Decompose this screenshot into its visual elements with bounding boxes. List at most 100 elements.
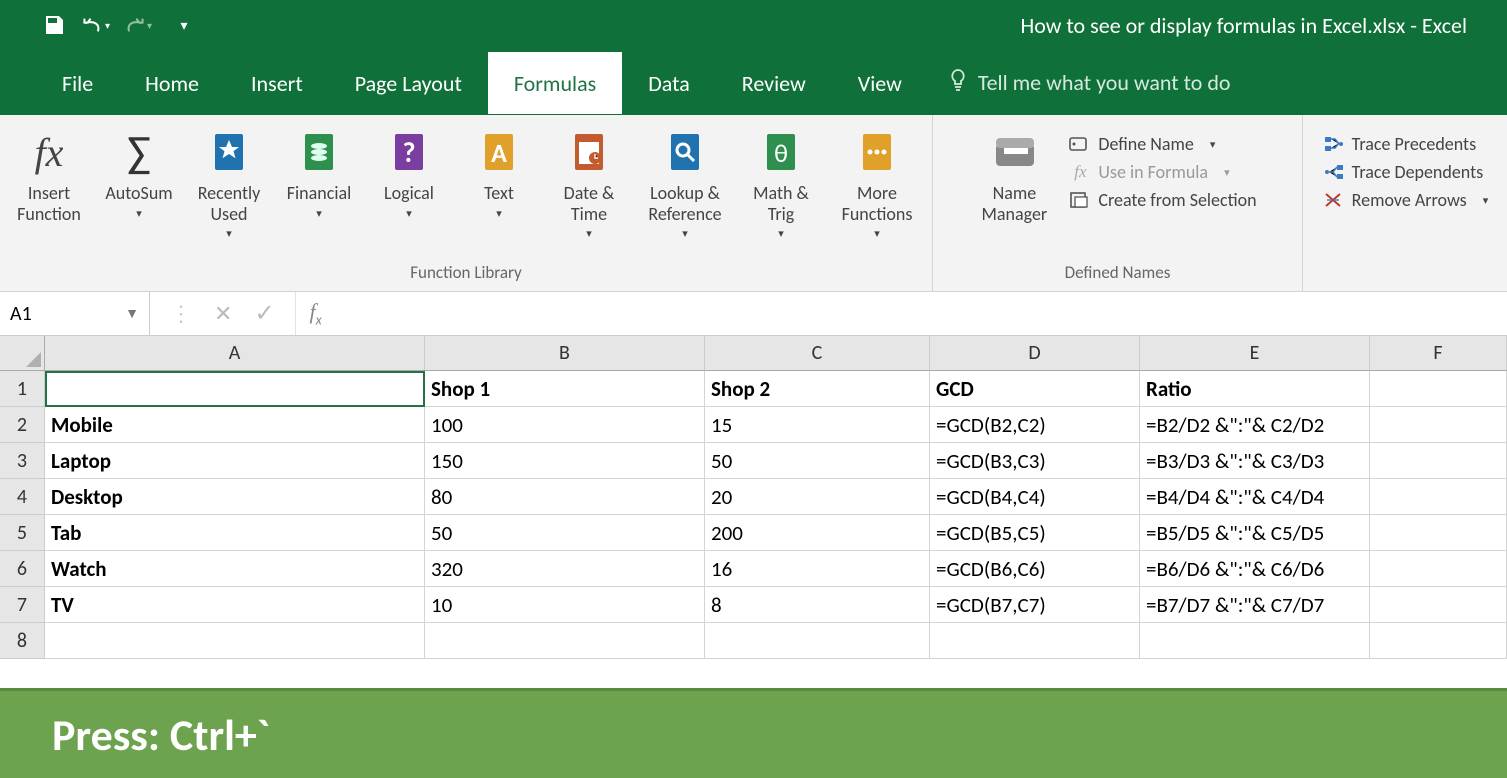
cell[interactable]: TV — [45, 587, 425, 623]
tab-review[interactable]: Review — [716, 52, 832, 114]
redo-icon[interactable]: ▾ — [124, 14, 152, 36]
save-icon[interactable] — [40, 14, 68, 36]
recently-used-button[interactable]: Recently Used▾ — [185, 127, 273, 240]
cell[interactable] — [1140, 623, 1370, 659]
trace-precedents-button[interactable]: Trace Precedents — [1322, 133, 1489, 155]
undo-icon[interactable]: ▾ — [82, 14, 110, 36]
cell[interactable]: 50 — [705, 443, 930, 479]
cell[interactable]: GCD — [930, 371, 1140, 407]
cell[interactable] — [1370, 407, 1507, 443]
financial-button[interactable]: Financial▾ — [275, 127, 363, 220]
cell[interactable]: =B5/D5 &":"& C5/D5 — [1140, 515, 1370, 551]
cell[interactable]: 50 — [425, 515, 705, 551]
cell[interactable]: Desktop — [45, 479, 425, 515]
text-button[interactable]: A Text▾ — [455, 127, 543, 220]
col-header-E[interactable]: E — [1140, 336, 1370, 370]
cell[interactable]: 15 — [705, 407, 930, 443]
cell[interactable] — [1370, 623, 1507, 659]
cell[interactable] — [1370, 515, 1507, 551]
fx-icon[interactable]: fx — [296, 299, 336, 328]
tell-me-search[interactable] — [948, 68, 1378, 98]
cell[interactable] — [45, 623, 425, 659]
date-time-button[interactable]: Date & Time▾ — [545, 127, 633, 240]
tab-home[interactable]: Home — [119, 52, 225, 114]
cell[interactable] — [425, 623, 705, 659]
row-header[interactable]: 5 — [0, 515, 45, 551]
create-from-selection-button[interactable]: Create from Selection — [1068, 189, 1256, 211]
cell[interactable] — [1370, 551, 1507, 587]
cell[interactable] — [45, 371, 425, 407]
autosum-button[interactable]: ∑ AutoSum▾ — [95, 127, 183, 220]
cell[interactable]: =B7/D7 &":"& C7/D7 — [1140, 587, 1370, 623]
cell[interactable]: 20 — [705, 479, 930, 515]
col-header-F[interactable]: F — [1370, 336, 1507, 370]
cell[interactable] — [1370, 371, 1507, 407]
cell[interactable]: =GCD(B6,C6) — [930, 551, 1140, 587]
cell[interactable]: Mobile — [45, 407, 425, 443]
row-header[interactable]: 6 — [0, 551, 45, 587]
lookup-reference-button[interactable]: Lookup & Reference▾ — [635, 127, 735, 240]
cell[interactable]: Shop 1 — [425, 371, 705, 407]
cell[interactable] — [1370, 443, 1507, 479]
select-all-corner[interactable] — [0, 336, 45, 370]
math-trig-button[interactable]: θ Math & Trig▾ — [737, 127, 825, 240]
cell[interactable]: 200 — [705, 515, 930, 551]
table-row: 8 — [0, 623, 1507, 659]
col-header-C[interactable]: C — [705, 336, 930, 370]
tab-view[interactable]: View — [832, 52, 928, 114]
trace-dependents-button[interactable]: Trace Dependents — [1322, 161, 1489, 183]
cell[interactable]: Laptop — [45, 443, 425, 479]
tab-file[interactable]: File — [36, 52, 119, 114]
cell[interactable] — [1370, 587, 1507, 623]
row-header[interactable]: 1 — [0, 371, 45, 407]
tab-page-layout[interactable]: Page Layout — [329, 52, 488, 114]
cell[interactable]: 8 — [705, 587, 930, 623]
col-header-B[interactable]: B — [425, 336, 705, 370]
cell[interactable] — [930, 623, 1140, 659]
enter-icon[interactable]: ✓ — [254, 299, 274, 328]
customize-qat-icon[interactable]: ▾ — [166, 14, 194, 36]
cell[interactable]: =B2/D2 &":"& C2/D2 — [1140, 407, 1370, 443]
col-header-A[interactable]: A — [45, 336, 425, 370]
define-name-button[interactable]: Define Name ▾ — [1068, 133, 1256, 155]
chevron-down-icon[interactable]: ▼ — [125, 305, 139, 322]
cell[interactable]: Shop 2 — [705, 371, 930, 407]
cell[interactable]: 80 — [425, 479, 705, 515]
cell[interactable]: =B3/D3 &":"& C3/D3 — [1140, 443, 1370, 479]
row-header[interactable]: 3 — [0, 443, 45, 479]
name-box[interactable]: A1 ▼ — [0, 292, 150, 335]
logical-button[interactable]: ? Logical▾ — [365, 127, 453, 220]
tab-data[interactable]: Data — [622, 52, 716, 114]
col-header-D[interactable]: D — [930, 336, 1140, 370]
tab-insert[interactable]: Insert — [225, 52, 329, 114]
remove-arrows-button[interactable]: Remove Arrows ▾ — [1322, 189, 1489, 211]
cell[interactable]: Ratio — [1140, 371, 1370, 407]
cell[interactable]: Watch — [45, 551, 425, 587]
row-header[interactable]: 4 — [0, 479, 45, 515]
cell[interactable]: =GCD(B5,C5) — [930, 515, 1140, 551]
cell[interactable]: Tab — [45, 515, 425, 551]
cell[interactable]: =B4/D4 &":"& C4/D4 — [1140, 479, 1370, 515]
cell[interactable]: =GCD(B4,C4) — [930, 479, 1140, 515]
row-header[interactable]: 2 — [0, 407, 45, 443]
cell[interactable]: 16 — [705, 551, 930, 587]
cell[interactable]: 10 — [425, 587, 705, 623]
row-header[interactable]: 8 — [0, 623, 45, 659]
row-header[interactable]: 7 — [0, 587, 45, 623]
cell[interactable]: =B6/D6 &":"& C6/D6 — [1140, 551, 1370, 587]
cell[interactable]: =GCD(B2,C2) — [930, 407, 1140, 443]
cell[interactable] — [705, 623, 930, 659]
cancel-icon[interactable]: ✕ — [214, 300, 232, 327]
more-functions-button[interactable]: More Functions▾ — [827, 127, 927, 240]
cell[interactable]: =GCD(B3,C3) — [930, 443, 1140, 479]
cell[interactable]: 320 — [425, 551, 705, 587]
cell[interactable] — [1370, 479, 1507, 515]
name-manager-button[interactable]: Name Manager — [970, 127, 1058, 224]
tab-formulas[interactable]: Formulas — [488, 52, 622, 114]
formula-input[interactable] — [336, 292, 1507, 335]
insert-function-button[interactable]: fx Insert Function — [5, 127, 93, 224]
cell[interactable]: =GCD(B7,C7) — [930, 587, 1140, 623]
tell-me-input[interactable] — [978, 69, 1378, 96]
cell[interactable]: 100 — [425, 407, 705, 443]
cell[interactable]: 150 — [425, 443, 705, 479]
